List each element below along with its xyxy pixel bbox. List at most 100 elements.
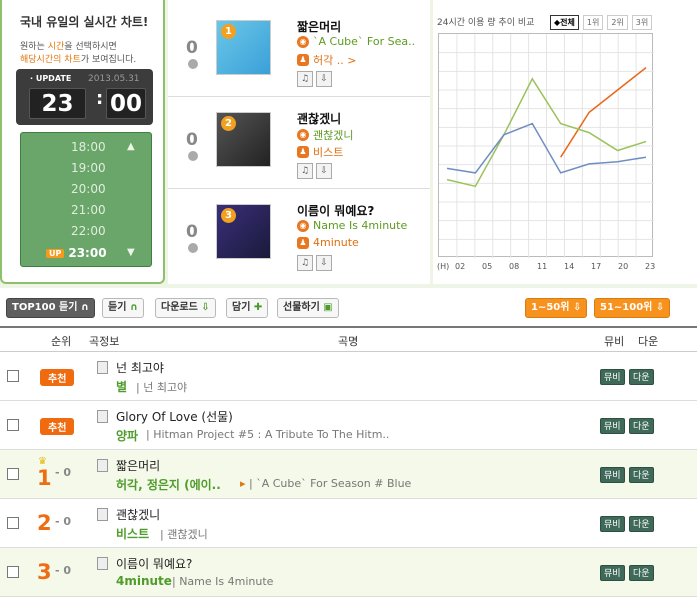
download-button[interactable]: 다운 <box>629 565 654 581</box>
gift-button[interactable]: 선물하기 ▣ <box>277 298 339 318</box>
download-icon[interactable]: ⇩ <box>316 163 332 179</box>
artist-name[interactable]: 허각 .. > <box>313 52 356 68</box>
listen-button[interactable]: 듣기 ∩ <box>102 298 145 318</box>
album-name[interactable]: Name Is 4minute <box>313 219 407 232</box>
download-button[interactable]: 다운 <box>629 418 654 434</box>
legend-rank2[interactable]: 2위 <box>607 15 628 30</box>
time-item-2100[interactable]: 21:00 <box>71 203 106 217</box>
song-title[interactable]: 짧은머리 <box>297 18 341 35</box>
legend-rank1[interactable]: 1위 <box>582 15 604 30</box>
album-row: ◉ `A Cube` For Sea.. <box>297 35 415 48</box>
range-1-50-button[interactable]: 1~50위 ⇩ <box>525 298 588 318</box>
song-info-icon[interactable] <box>97 459 108 472</box>
chevron-up-icon[interactable]: ▲ <box>127 141 135 152</box>
headphone-icon[interactable]: ♫ <box>297 71 313 87</box>
song-title[interactable]: 짧은머리 <box>116 457 160 474</box>
rank-number: 2 <box>37 511 52 535</box>
song-info-icon[interactable] <box>97 508 108 521</box>
song-info-icon[interactable] <box>97 557 108 570</box>
song-title[interactable]: 괜찮겠니 <box>116 506 160 523</box>
download-button[interactable]: 다운 <box>629 516 654 532</box>
action-bar: TOP100 듣기 ∩ 듣기 ∩ 다운로드 ⇩ 담기 ✚ 선물하기 ▣ 1~50… <box>0 298 697 322</box>
artist-name[interactable]: 비스트 <box>313 144 343 160</box>
song-title[interactable]: 넌 최고야 <box>116 359 164 376</box>
artist-name[interactable]: 비스트 <box>116 525 149 542</box>
range-51-100-button[interactable]: 51~100위 ⇩ <box>594 298 671 318</box>
top100-listen-button[interactable]: TOP100 듣기 ∩ <box>6 298 96 318</box>
rank-number: 3 <box>37 560 52 584</box>
row-checkbox[interactable] <box>7 517 19 529</box>
time-item-1900[interactable]: 19:00 <box>71 161 106 175</box>
status-dot-icon <box>188 243 198 253</box>
realtime-chart-panel: 국내 유일의 실시간 차트! 원하는 시간을 선택하시면 해당시간의 차트가 보… <box>0 0 697 288</box>
album-name[interactable]: | 괜찮겠니 <box>160 526 208 542</box>
row-checkbox[interactable] <box>7 419 19 431</box>
x-tick: 14 <box>564 262 575 271</box>
rank-change: - 0 <box>55 515 72 528</box>
download-button[interactable]: 다운로드 ⇩ <box>155 298 216 318</box>
album-name[interactable]: | Name Is 4minute <box>172 575 273 588</box>
table-row: 추천 Glory Of Love (선물) 양파 | Hitman Projec… <box>0 401 697 450</box>
album-name[interactable]: 괜찮겠니 <box>313 127 353 143</box>
update-date: 2013.05.31 <box>88 74 140 84</box>
artist-icon: ♟ <box>297 236 309 249</box>
download-button[interactable]: 다운 <box>629 369 654 385</box>
rank-badge: 2 <box>221 116 236 131</box>
album-name[interactable]: ▸ | `A Cube` For Season # Blue <box>240 477 411 490</box>
time-item-2200[interactable]: 22:00 <box>71 224 106 238</box>
artist-name[interactable]: 양파 <box>116 427 138 444</box>
row-checkbox[interactable] <box>7 468 19 480</box>
x-axis-label: (H) <box>437 262 450 271</box>
status-dot-icon <box>188 59 198 69</box>
artist-name[interactable]: 허각, 정은지 (에이.. <box>116 476 221 493</box>
mv-button[interactable]: 뮤비 <box>600 516 625 532</box>
artist-name[interactable]: 4minute <box>116 574 172 588</box>
artist-name[interactable]: 별 <box>116 378 127 395</box>
download-icon[interactable]: ⇩ <box>316 255 332 271</box>
album-name[interactable]: `A Cube` For Sea.. <box>313 35 415 48</box>
artist-row: ♟ 비스트 <box>297 144 343 160</box>
recommend-badge: 추천 <box>40 418 75 435</box>
song-title[interactable]: 이름이 뭐예요? <box>297 202 374 219</box>
x-tick: 08 <box>509 262 520 271</box>
song-info-icon[interactable] <box>97 361 108 374</box>
artist-name[interactable]: 4minute <box>313 236 359 249</box>
legend-all[interactable]: ◆전체 <box>550 15 579 30</box>
row-checkbox[interactable] <box>7 370 19 382</box>
table-row: 2 - 0 괜찮겠니 비스트 | 괜찮겠니 뮤비 다운 <box>0 499 697 548</box>
time-item-2000[interactable]: 20:00 <box>71 182 106 196</box>
top3-list: 0 1 짧은머리 ◉ `A Cube` For Sea.. ♟ 허각 .. > … <box>168 0 430 284</box>
album-cover[interactable]: 2 <box>216 112 271 167</box>
download-icon[interactable]: ⇩ <box>316 71 332 87</box>
album-cover[interactable]: 3 <box>216 204 271 259</box>
mv-button[interactable]: 뮤비 <box>600 369 625 385</box>
header-rank: 순위 <box>51 335 72 348</box>
time-item-current[interactable]: UP 23:00 <box>46 246 107 260</box>
mv-button[interactable]: 뮤비 <box>600 418 625 434</box>
chevron-down-icon[interactable]: ▼ <box>127 247 135 258</box>
clock-colon: : <box>96 88 104 109</box>
mv-button[interactable]: 뮤비 <box>600 565 625 581</box>
album-name[interactable]: | 넌 최고야 <box>136 379 187 395</box>
download-button[interactable]: 다운 <box>629 467 654 483</box>
up-badge: UP <box>46 248 65 258</box>
rank-change: - 0 <box>55 466 72 479</box>
album-cover[interactable]: 1 <box>216 20 271 75</box>
add-button[interactable]: 담기 ✚ <box>226 298 269 318</box>
headphone-icon: ∩ <box>80 302 90 313</box>
mv-button[interactable]: 뮤비 <box>600 467 625 483</box>
song-title[interactable]: Glory Of Love (선물) <box>116 408 233 425</box>
rank-change: 0 <box>186 222 198 242</box>
headphone-icon[interactable]: ♫ <box>297 163 313 179</box>
song-title[interactable]: 괜찮겠니 <box>297 110 341 127</box>
series-line-1 <box>560 67 647 158</box>
header-song: 곡명 <box>338 335 359 348</box>
headphone-icon[interactable]: ♫ <box>297 255 313 271</box>
time-item-1800[interactable]: 18:00 <box>71 140 106 154</box>
song-info-icon[interactable] <box>97 410 108 423</box>
song-title[interactable]: 이름이 뭐예요? <box>116 555 192 572</box>
list-header: 순위 곡정보 곡명 뮤비 다운 <box>0 326 697 352</box>
album-name[interactable]: | Hitman Project #5 : A Tribute To The H… <box>146 428 389 441</box>
row-checkbox[interactable] <box>7 566 19 578</box>
legend-rank3[interactable]: 3위 <box>631 15 653 30</box>
